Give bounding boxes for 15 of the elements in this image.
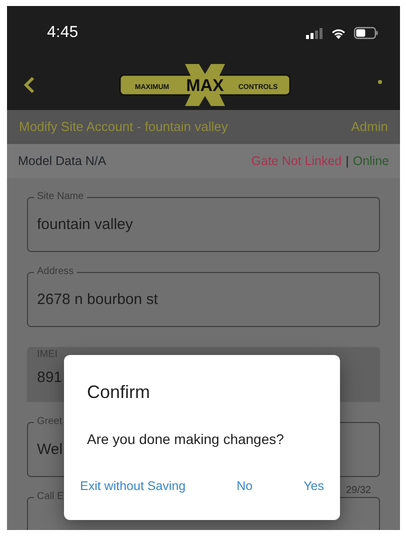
field-value: 2678 n bourbon st: [37, 291, 158, 308]
status-time: 4:45: [47, 23, 78, 43]
character-counter: 29/32: [346, 485, 371, 496]
dialog-title: Confirm: [87, 381, 152, 404]
status-separator: |: [346, 152, 349, 170]
field-value: fountain valley: [37, 216, 133, 233]
gate-status: Gate Not Linked: [251, 152, 342, 170]
model-data-text: Model Data N/A: [18, 152, 106, 170]
connection-status: Online: [352, 152, 389, 170]
logo-mark: MAX: [186, 76, 224, 95]
field-value: Wel: [37, 441, 63, 458]
dialog-message: Are you done making changes?: [87, 430, 285, 449]
field-value: 891: [37, 369, 62, 386]
page-title: Modify Site Account - fountain valley: [19, 118, 228, 136]
role-label: Admin: [351, 118, 388, 136]
